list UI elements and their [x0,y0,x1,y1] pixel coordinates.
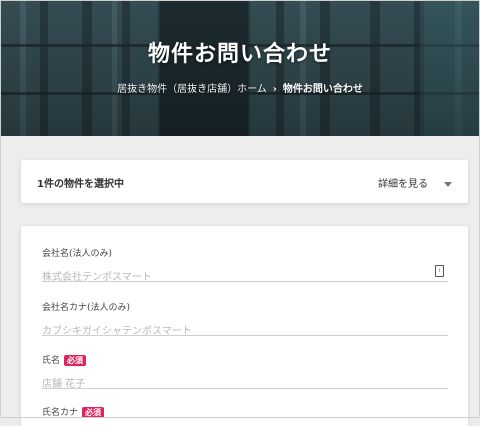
inquiry-form: 会社名(法人のみ) ⁞ 会社名カナ(法人のみ) 氏名必須 氏名カナ必須 [21,226,468,426]
hero-banner: 物件お問い合わせ 居抜き物件（居抜き店舗）ホーム › 物件お問い合わせ [0,0,480,136]
chevron-right-icon: › [272,84,277,95]
company-name-input[interactable] [42,270,422,285]
company-name-kana-input-wrap [42,319,448,339]
full-name-kana-label-row: 氏名カナ 必須 [42,407,448,419]
breadcrumb-current: 物件お問い合わせ [282,84,363,95]
details-toggle-label: 詳細を見る [378,179,428,190]
page-title: 物件お問い合わせ [147,42,332,67]
company-name-field: 会社名(法人のみ) ⁞ [42,248,448,285]
details-toggle-button[interactable]: 詳細を見る [378,175,452,190]
company-name-kana-input[interactable] [42,324,422,339]
selected-property-bar[interactable]: 1件の物件を選択中 詳細を見る [21,160,468,203]
company-name-label: 会社名(法人のみ) [42,249,113,259]
required-badge: 必須 [64,355,87,366]
required-badge: 必須 [82,407,105,418]
full-name-label-row: 氏名 必須 [42,355,448,367]
full-name-kana-field: 氏名カナ 必須 [42,407,448,419]
company-name-kana-label: 会社名カナ(法人のみ) [42,303,131,313]
full-name-input-wrap [42,372,448,392]
company-name-kana-field: 会社名カナ(法人のみ) [42,302,448,339]
id-card-icon[interactable]: ⁞ [435,265,444,277]
caret-down-icon [444,181,452,187]
selected-count-label: 1件の物件を選択中 [37,179,124,190]
breadcrumb-home-link[interactable]: 居抜き物件（居抜き店舗）ホーム [117,84,267,95]
company-name-input-wrap: ⁞ [42,265,448,285]
full-name-label: 氏名 [42,356,61,366]
full-name-field: 氏名 必須 [42,355,448,392]
full-name-kana-label: 氏名カナ [42,408,79,418]
full-name-input[interactable] [42,377,422,392]
hero-overlay [0,0,480,136]
breadcrumb: 居抜き物件（居抜き店舗）ホーム › 物件お問い合わせ [0,80,480,95]
